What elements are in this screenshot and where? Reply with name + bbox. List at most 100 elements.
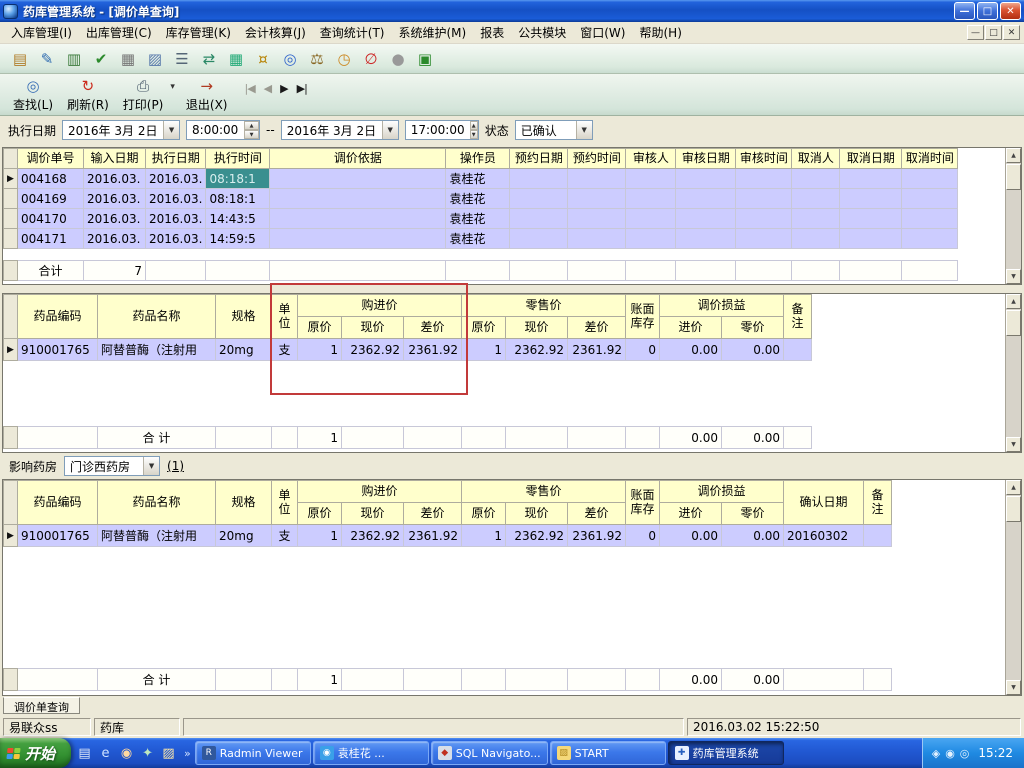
cell[interactable] xyxy=(625,188,677,209)
cell[interactable] xyxy=(735,208,793,229)
task-pharmacy-system[interactable]: ✚ 药库管理系统 xyxy=(667,741,784,765)
column-header[interactable]: 规格 xyxy=(215,294,272,339)
column-header[interactable]: 原价 xyxy=(297,502,342,525)
cell[interactable]: 20mg xyxy=(215,338,272,361)
cell[interactable]: 004169 xyxy=(17,188,84,209)
cell[interactable]: 08:18:1 xyxy=(205,168,271,189)
menu-item[interactable]: 窗口(W) xyxy=(573,22,632,43)
cell[interactable]: 支 xyxy=(271,524,298,547)
print-dropdown-arrow[interactable]: ▾ xyxy=(170,82,175,92)
cell[interactable] xyxy=(625,208,677,229)
time-from-spinner[interactable]: 8:00:00 xyxy=(186,120,261,140)
chevron-down-icon[interactable] xyxy=(163,121,180,139)
cell[interactable] xyxy=(839,188,903,209)
cell[interactable] xyxy=(509,168,569,189)
chevron-down-icon[interactable] xyxy=(381,121,398,139)
column-header[interactable]: 现价 xyxy=(505,316,568,339)
cell[interactable]: 0.00 xyxy=(659,338,722,361)
column-header[interactable]: 零价 xyxy=(721,316,784,339)
cell[interactable] xyxy=(901,208,959,229)
print-button[interactable]: ⎙ 打印(P) xyxy=(116,76,171,114)
edit-doc-icon[interactable]: ✎ xyxy=(35,47,59,71)
cell[interactable]: 20160302 xyxy=(783,524,864,547)
pause-icon[interactable]: ● xyxy=(386,47,410,71)
mdi-restore-button[interactable]: □ xyxy=(985,25,1002,40)
show-desktop-icon[interactable]: ▤ xyxy=(75,742,94,764)
cell[interactable]: 袁桂花 xyxy=(445,168,511,189)
column-header[interactable]: 零售价 xyxy=(461,480,626,503)
spin-up-icon[interactable] xyxy=(469,121,478,130)
scroll-up-icon[interactable]: ▲ xyxy=(1006,480,1021,495)
notepad-icon[interactable]: ▦ xyxy=(116,47,140,71)
transfer-icon[interactable]: ⇄ xyxy=(197,47,221,71)
cell[interactable] xyxy=(567,208,627,229)
column-header[interactable]: 调价单号 xyxy=(17,148,84,169)
scroll-up-icon[interactable]: ▲ xyxy=(1006,148,1021,163)
cell[interactable]: 0 xyxy=(625,338,660,361)
cell[interactable]: 1 xyxy=(461,524,506,547)
cell[interactable]: 1 xyxy=(297,524,342,547)
cell[interactable] xyxy=(509,228,569,249)
column-header[interactable]: 规格 xyxy=(215,480,272,525)
menu-item[interactable]: 系统维护(M) xyxy=(392,22,474,43)
clock-icon[interactable]: ◷ xyxy=(332,47,356,71)
cell[interactable]: 910001765 xyxy=(17,338,98,361)
cell[interactable]: 2016.03. xyxy=(144,188,207,209)
cell[interactable]: 20mg xyxy=(215,524,272,547)
column-header[interactable]: 原价 xyxy=(461,316,506,339)
menu-item[interactable]: 会计核算(J) xyxy=(238,22,313,43)
cell[interactable]: 004170 xyxy=(17,208,84,229)
column-header[interactable]: 药品名称 xyxy=(97,480,216,525)
scroll-thumb[interactable] xyxy=(1006,164,1021,190)
save-doc-icon[interactable]: ▥ xyxy=(62,47,86,71)
cell[interactable] xyxy=(625,168,677,189)
column-header[interactable]: 执行日期 xyxy=(144,148,207,169)
scroll-thumb[interactable] xyxy=(1006,310,1021,336)
column-header[interactable]: 药品名称 xyxy=(97,294,216,339)
cell[interactable] xyxy=(735,188,793,209)
cell[interactable]: 910001765 xyxy=(17,524,98,547)
cell[interactable]: 阿替普酶（注射用 xyxy=(97,524,216,547)
column-header[interactable]: 备注 xyxy=(783,294,812,339)
cell[interactable]: 0.00 xyxy=(659,524,722,547)
spin-down-icon[interactable] xyxy=(469,130,478,139)
cell[interactable]: 08:18:1 xyxy=(205,188,271,209)
column-header[interactable]: 进价 xyxy=(659,316,722,339)
column-header[interactable]: 备注 xyxy=(863,480,892,525)
cell[interactable]: 14:59:5 xyxy=(205,228,271,249)
spin-down-icon[interactable] xyxy=(244,130,260,139)
chevron-down-icon[interactable] xyxy=(575,121,592,139)
cell[interactable] xyxy=(509,188,569,209)
column-header[interactable]: 账面库存 xyxy=(625,480,660,525)
column-header[interactable]: 单位 xyxy=(271,294,298,339)
cell[interactable]: 2362.92 xyxy=(505,524,568,547)
time-to-spinner[interactable]: 17:00:00 xyxy=(404,120,479,140)
audit-icon[interactable]: ✔ xyxy=(89,47,113,71)
cell[interactable] xyxy=(839,228,903,249)
task-yuan-guihua[interactable]: ◉ 袁桂花 ... xyxy=(312,741,429,765)
tray-antivirus-icon[interactable]: ◈ xyxy=(932,747,940,760)
cell[interactable] xyxy=(735,228,793,249)
column-header[interactable]: 现价 xyxy=(341,316,404,339)
status-combo[interactable]: 已确认 xyxy=(514,120,593,140)
balance-icon[interactable]: ⚖ xyxy=(305,47,329,71)
cell[interactable]: 2016.03. xyxy=(144,208,207,229)
cell[interactable]: 004171 xyxy=(17,228,84,249)
task-sql-navigator[interactable]: ◆ SQL Navigato... xyxy=(430,741,548,765)
date-to-combo[interactable]: 2016年 3月 2日 xyxy=(280,120,399,140)
date-from-combo[interactable]: 2016年 3月 2日 xyxy=(62,120,181,140)
start-button[interactable]: 开始 xyxy=(0,738,72,768)
cell[interactable] xyxy=(269,208,447,229)
media-player-icon[interactable]: ◉ xyxy=(117,742,136,764)
cell[interactable] xyxy=(675,168,737,189)
scroll-down-icon[interactable]: ▼ xyxy=(1006,437,1021,452)
menu-item[interactable]: 出库管理(C) xyxy=(79,22,159,43)
column-header[interactable]: 预约日期 xyxy=(509,148,569,169)
folder-shortcut-icon[interactable]: ▨ xyxy=(159,742,178,764)
task-start-folder[interactable]: ▨ START xyxy=(549,741,666,765)
restore-button[interactable]: □ xyxy=(977,2,998,20)
column-header[interactable]: 审核日期 xyxy=(675,148,737,169)
cell[interactable]: 2361.92 xyxy=(403,524,462,547)
cell[interactable]: 袁桂花 xyxy=(445,188,511,209)
minimize-button[interactable]: — xyxy=(954,2,975,20)
